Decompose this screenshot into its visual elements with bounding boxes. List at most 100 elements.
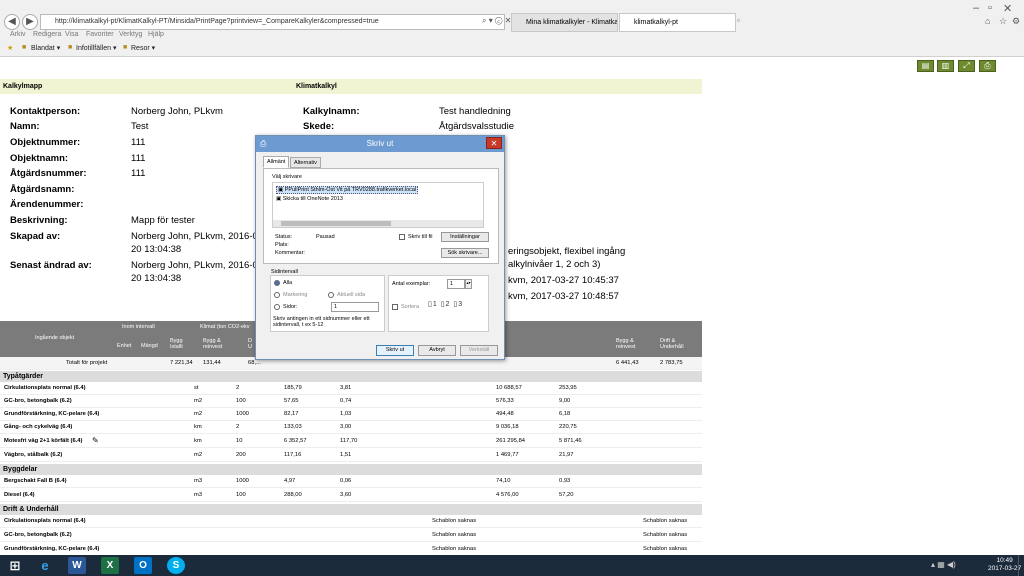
menu-visa[interactable]: Visa (65, 31, 79, 38)
menu-verktyg[interactable]: Verktyg (119, 31, 142, 38)
print-dialog: Skriv ut ⎙ ✕ Allmänt Alternativ Välj skr… (255, 135, 505, 360)
table-row: Bergschakt Fall B (6.4) m3 1000 4,97 0,0… (0, 475, 702, 488)
gear-icon[interactable]: ⚙ (1012, 16, 1020, 27)
search-icon[interactable]: ⌕ ▾ ⓒ ✕ (482, 16, 511, 26)
menu-hjalp[interactable]: Hjälp (148, 31, 164, 38)
menu-redigera[interactable]: Redigera (33, 31, 61, 38)
menu-arkiv[interactable]: Arkiv (10, 31, 26, 38)
row-d: 5 871,46 (559, 438, 582, 444)
fav-resor[interactable]: Resor ▾ (131, 44, 155, 52)
tab-mina-klimatkalkyler[interactable]: Mina klimatkalkyler - Klimatkal... (511, 13, 618, 32)
fav-infotillfallen[interactable]: Infotillfällen ▾ (76, 44, 117, 52)
row-a: 288,00 (284, 492, 302, 498)
apply-button[interactable]: Verkställ (460, 345, 498, 356)
outlook-icon[interactable]: O (134, 557, 152, 574)
close-icon[interactable]: ✕ (486, 137, 502, 149)
label-antal-exemplar: Antal exemplar: (392, 281, 431, 287)
row-d: 0,93 (559, 478, 571, 484)
label-atgardsnamn: Åtgärdsnamn: (10, 184, 75, 195)
tab-alternativ[interactable]: Alternativ (290, 157, 321, 168)
header-band (0, 79, 702, 94)
menu-favoriter[interactable]: Favoriter (86, 31, 114, 38)
label-sortera: Sortera (401, 304, 420, 310)
page-content: ▤ ▥ ⤢ ⎙ Kalkylmapp Klimatkalkyl Kontaktp… (0, 57, 1024, 555)
row-qty: 1000 (236, 478, 249, 484)
excel-icon[interactable]: X (101, 557, 119, 574)
minimize-icon[interactable]: – (973, 2, 979, 14)
label-objektnamn: Objektnamn: (10, 153, 69, 164)
row-b: 1,51 (340, 452, 352, 458)
col-drift-underhall: Drift & Underhåll (660, 338, 684, 350)
tab-klimatkalkyl-pt[interactable]: klimatkalkyl-pt (619, 13, 736, 32)
forward-icon[interactable]: ▶ (22, 14, 38, 30)
tray-icons[interactable]: ▴ ▦ ◀) (931, 560, 956, 569)
label-skriv-till-fil: Skriv till fil (408, 234, 433, 240)
row-note2: Schablon saknas (643, 518, 688, 524)
table-row: Motesfri väg 2+1 körfält (6.4) ✎ km 10 6… (0, 435, 702, 448)
maximize-icon[interactable]: ▫ (988, 2, 992, 14)
print-button[interactable]: Skriv ut (376, 345, 414, 356)
row-name: Gång- och cykelväg (6.4) (4, 424, 73, 430)
table-row: Vägbro, stålbalk (6.2) m2 200 117,16 1,5… (0, 449, 702, 462)
favorites-star-icon[interactable]: ★ (7, 44, 13, 52)
sortera-checkbox[interactable] (392, 304, 398, 310)
back-icon[interactable]: ◀ (4, 14, 20, 30)
value-status: Pausad (316, 234, 335, 240)
radio-alla[interactable] (274, 280, 280, 286)
skriv-till-fil-checkbox[interactable] (399, 234, 405, 240)
table-row: Cirkulationsplats normal (6.4) st 2 185,… (0, 382, 702, 395)
label-atgardsnummer: Åtgärdsnummer: (10, 168, 87, 179)
clock-date: 2017-03-27 (988, 565, 1022, 572)
label-beskrivning: Beskrivning: (10, 215, 68, 226)
spinner-icon[interactable]: ▴▾ (465, 279, 472, 289)
value-skapad-av: Norberg John, PLkvm, 2016-06 (131, 231, 264, 242)
dialog-title: Skriv ut (256, 136, 504, 152)
radio-sidor[interactable] (274, 304, 280, 310)
label-senast-andrad-av: Senast ändrad av: (10, 260, 92, 271)
edit-icon[interactable]: ✎ (92, 436, 99, 445)
address-bar[interactable]: http://klimatkalkyl-pt/KlimatKalkyl-PT/M… (40, 14, 505, 30)
printer-item-pullprint[interactable]: ▣ PPullPrint Sthlm-Ost Vit på TRV0288.tr… (276, 186, 419, 194)
expand-icon[interactable]: ⤢ (958, 60, 975, 72)
value-objektnamn: 111 (131, 153, 146, 164)
radio-aktuell-sida[interactable] (328, 292, 334, 298)
start-icon[interactable]: ⊞ (6, 557, 24, 574)
row-d: 21,97 (559, 452, 574, 458)
show-desktop-button[interactable] (1018, 555, 1024, 576)
value-andrad-partial: kvm, 2017-03-27 10:48:57 (508, 291, 619, 302)
sidor-input[interactable]: 1 (331, 302, 379, 312)
row-a: 4,97 (284, 478, 296, 484)
cancel-button[interactable]: Avbryt (418, 345, 456, 356)
row-name: Bergschakt Fall B (6.4) (4, 478, 67, 484)
radio-markering[interactable] (274, 292, 280, 298)
fav-blandat[interactable]: Blandat ▾ (31, 44, 60, 52)
row-c: 4 576,00 (496, 492, 519, 498)
row-name: Diesel (6.4) (4, 492, 35, 498)
home-icon[interactable]: ⌂ (985, 16, 990, 26)
label-alla: Alla (283, 280, 293, 286)
value-senast-andrad-av: Norberg John, PLkvm, 2016-06 (131, 260, 264, 271)
row-qty: 2 (236, 385, 240, 391)
document-icon[interactable]: ▥ (937, 60, 954, 72)
table-row: Grundförstärkning, KC-pelare (6.4) Schab… (0, 543, 702, 555)
pdf-icon[interactable]: ▤ (917, 60, 934, 72)
print-icon[interactable]: ⎙ (979, 60, 996, 72)
antal-exemplar-input[interactable]: 1 (447, 279, 465, 289)
clock[interactable]: 10:49 2017-03-27 (988, 557, 1021, 573)
row-d: 220,75 (559, 424, 577, 430)
label-valj-skrivare: Välj skrivare (272, 174, 302, 180)
section-byggdelar: Byggdelar (0, 464, 702, 475)
installningar-button[interactable]: Inställningar (441, 232, 489, 242)
skype-icon[interactable]: S (167, 557, 185, 574)
printer-list-scrollbar[interactable] (273, 220, 483, 227)
new-tab-icon[interactable]: ▫ (737, 16, 748, 27)
sok-skrivare-button[interactable]: Sök skrivare... (441, 248, 489, 258)
col-mangd: Mängd (141, 343, 158, 349)
word-icon[interactable]: W (68, 557, 86, 574)
printer-item-onenote[interactable]: ▣ Skicka till OneNote 2013 (276, 196, 343, 202)
ie-icon[interactable]: e (36, 557, 54, 574)
printer-list[interactable]: ▣ PPullPrint Sthlm-Ost Vit på TRV0288.tr… (272, 182, 484, 228)
close-window-icon[interactable]: ✕ (1003, 2, 1012, 15)
star-icon[interactable]: ☆ (999, 16, 1007, 27)
tab-allmant[interactable]: Allmänt (263, 156, 290, 168)
